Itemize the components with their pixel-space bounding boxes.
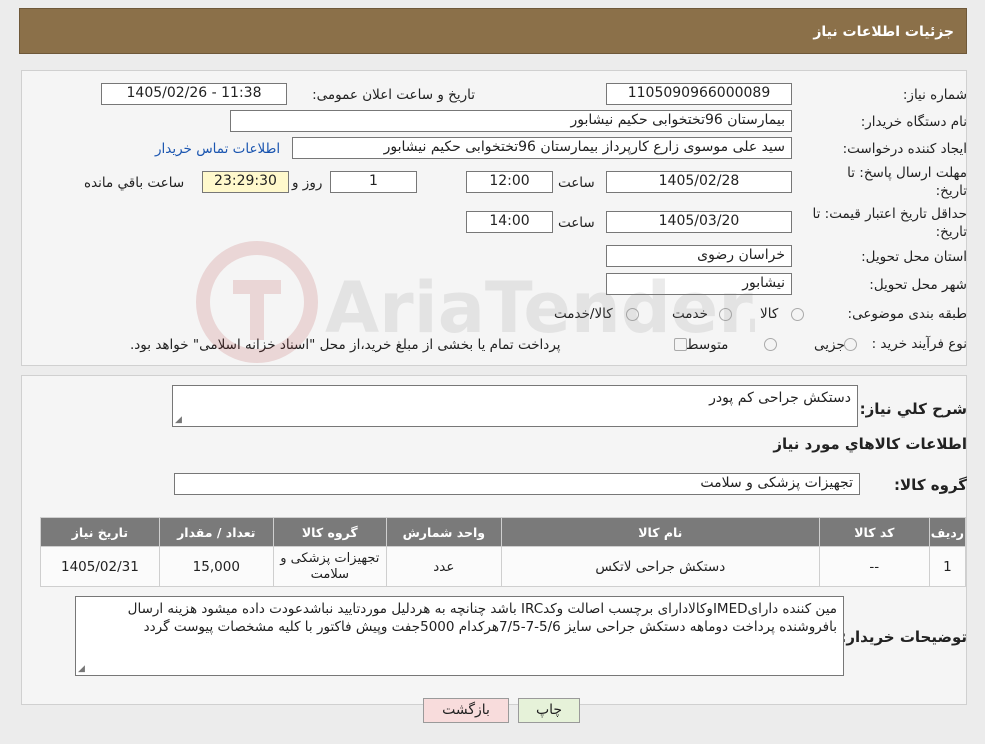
deadline-label: مهلت ارسال پاسخ: تا تاریخ: [847, 165, 967, 199]
description-field[interactable]: دستکش جراحی کم پودر [172, 385, 858, 427]
province-field[interactable]: خراسان رضوی [606, 245, 792, 267]
page-header: جزئیات اطلاعات نیاز [19, 8, 967, 54]
validity-time-field[interactable]: 14:00 [466, 211, 553, 233]
cell-code: -- [818, 546, 930, 587]
validity-time-label: ساعت [558, 215, 595, 231]
cell-unit: عدد [385, 546, 502, 587]
print-button[interactable]: چاپ [518, 698, 580, 723]
deadline-time-field[interactable]: 12:00 [466, 171, 553, 193]
page-title: جزئیات اطلاعات نیاز [813, 24, 954, 40]
buyer-org-field[interactable]: بیمارستان 96تختخوابی حکیم نیشابور [230, 110, 792, 132]
notes-resize-handle-icon[interactable]: ◢ [78, 664, 85, 674]
contact-buyer-link[interactable]: اطلاعات تماس خریدار [155, 141, 280, 157]
buyer-notes-label: توضیحات خریدار: [840, 628, 967, 646]
validity-date-field[interactable]: 1405/03/20 [606, 211, 792, 233]
col-quantity: تعداد / مقدار [158, 517, 274, 547]
category-service-label: خدمت [672, 306, 708, 322]
col-row: ردیف [928, 517, 967, 547]
goods-section-title: اطلاعات کالاهاي مورد نياز [773, 435, 967, 453]
process-label: نوع فرآیند خرید : [871, 336, 967, 352]
goods-group-label: گروه کالا: [894, 476, 967, 494]
cell-name: دستکش جراحی لاتکس [500, 546, 820, 587]
goods-table: ردیف کد کالا نام کالا واحد شمارش گروه کا… [40, 517, 967, 587]
cell-date: 1405/02/31 [40, 546, 160, 587]
announce-value: 1405/02/26 - 11:38 [126, 85, 262, 101]
process-medium-radio[interactable] [764, 338, 777, 351]
goods-table-header: ردیف کد کالا نام کالا واحد شمارش گروه کا… [40, 517, 967, 547]
creator-field[interactable]: سید علی موسوی زارع کارپرداز بیمارستان 96… [292, 137, 792, 159]
city-label: شهر محل تحویل: [869, 277, 967, 293]
col-name: نام کالا [500, 517, 820, 547]
category-both-radio[interactable] [626, 308, 639, 321]
description-label: شرح کلي نياز: [859, 400, 967, 418]
category-service-radio[interactable] [719, 308, 732, 321]
days-field[interactable]: 1 [330, 171, 417, 193]
table-row[interactable]: 1 -- دستکش جراحی لاتکس عدد تجهیزات پزشکی… [40, 546, 967, 587]
back-button[interactable]: بازگشت [423, 698, 509, 723]
cell-quantity: 15,000 [158, 546, 274, 587]
category-goods-label: کالا [760, 306, 779, 322]
process-partial-radio[interactable] [844, 338, 857, 351]
process-medium-label: متوسط [686, 337, 729, 353]
process-partial-label: جزیی [814, 337, 845, 353]
city-field[interactable]: نیشابور [606, 273, 792, 295]
deadline-date-field[interactable]: 1405/02/28 [606, 171, 792, 193]
deadline-time-label: ساعت [558, 175, 595, 191]
province-label: استان محل تحویل: [861, 249, 967, 265]
need-number-label: شماره نیاز: [902, 87, 967, 103]
goods-group-field[interactable]: تجهیزات پزشکی و سلامت [174, 473, 860, 495]
col-code: کد کالا [818, 517, 930, 547]
description-value: دستکش جراحی کم پودر [709, 390, 851, 406]
cell-group: تجهیزات پزشکی و سلامت [272, 546, 387, 587]
creator-label: ایجاد کننده درخواست: [842, 141, 967, 157]
category-goods-radio[interactable] [791, 308, 804, 321]
buyer-org-label: نام دستگاه خریدار: [860, 114, 967, 130]
col-unit: واحد شمارش [385, 517, 502, 547]
remaining-time-field: 23:29:30 [202, 171, 289, 193]
validity-label: حداقل تاریخ اعتبار قیمت: تا تاریخ: [812, 206, 967, 240]
category-label: طبقه بندی موضوعی: [847, 306, 967, 322]
buyer-notes-value: مین کننده دارایIMEDوکالادارای برچسب اصال… [127, 601, 837, 635]
category-both-label: کالا/خدمت [554, 306, 613, 322]
cell-row: 1 [928, 546, 967, 587]
buyer-notes-field[interactable]: مین کننده دارایIMEDوکالادارای برچسب اصال… [75, 596, 844, 676]
days-label: روز و [292, 175, 323, 191]
announce-label: تاریخ و ساعت اعلان عمومی: [312, 87, 475, 103]
col-date: تاریخ نیاز [40, 517, 160, 547]
process-treasury-checkbox[interactable] [674, 338, 687, 351]
resize-handle-icon[interactable]: ◢ [175, 415, 182, 425]
col-group: گروه کالا [272, 517, 387, 547]
remaining-label: ساعت باقي مانده [84, 175, 185, 191]
announce-field[interactable]: 1405/02/26 - 11:38 [101, 83, 287, 105]
process-note: پرداخت تمام یا بخشی از مبلغ خرید،از محل … [130, 337, 561, 353]
need-number-field[interactable]: 1105090966000089 [606, 83, 792, 105]
